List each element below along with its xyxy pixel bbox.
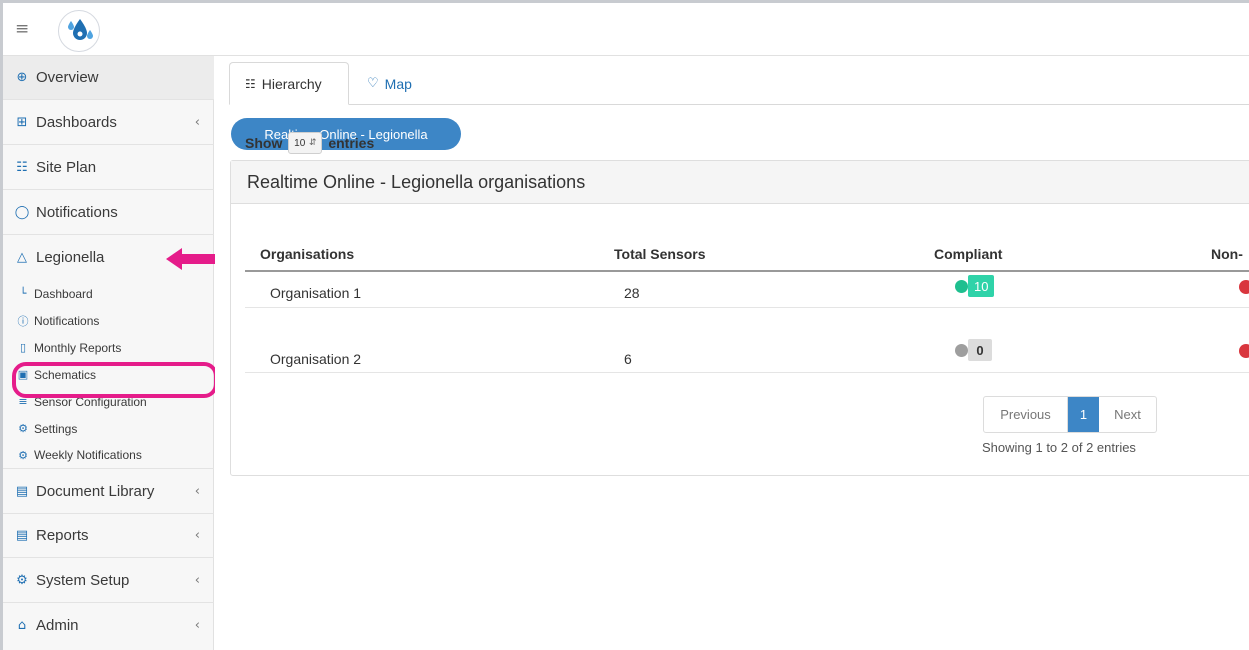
table-cell-organisation[interactable]: Organisation 1 — [270, 285, 361, 301]
sidebar-subitem-label: Notifications — [34, 313, 100, 328]
select-arrows-icon: ⇵ — [308, 138, 317, 148]
column-header-non-compliant[interactable]: Non- — [1211, 246, 1243, 262]
compliant-count: 10 — [968, 275, 995, 297]
globe-icon: ⊕ — [16, 70, 28, 85]
chevron-left-icon[interactable]: ‹ — [195, 115, 200, 130]
cogs-icon: ⚙ — [18, 448, 28, 462]
entries-info: Showing 1 to 2 of 2 entries — [982, 440, 1136, 455]
sidebar-item-label: Admin — [36, 617, 79, 634]
page-length-select[interactable]: 10 ⇵ — [288, 132, 323, 154]
compliant-count: 0 — [968, 339, 992, 361]
water-drops-logo[interactable] — [58, 10, 100, 52]
file-icon: ▯ — [19, 341, 27, 354]
next-page-button[interactable]: Next — [1099, 397, 1156, 432]
table-header-divider — [245, 270, 1249, 272]
panel-title: Realtime Online - Legionella organisatio… — [231, 161, 1249, 204]
page-length-control: Show 10 ⇵ entries — [245, 132, 374, 154]
sidebar-subitem-monthly-reports[interactable]: ▯ Monthly Reports — [3, 334, 214, 361]
row-divider — [245, 307, 1249, 308]
previous-page-button[interactable]: Previous — [984, 397, 1068, 432]
grid-icon: ⊞ — [16, 114, 28, 130]
document-icon: ▤ — [15, 483, 29, 499]
non-compliant-dot[interactable] — [1239, 280, 1249, 294]
table-cell-organisation[interactable]: Organisation 2 — [270, 351, 361, 367]
row-divider — [245, 372, 1249, 373]
tab-label: Map — [384, 75, 412, 92]
sidebar-item-label: Reports — [36, 527, 89, 544]
hierarchy-icon: ☷ — [16, 159, 28, 175]
page-1-button[interactable]: 1 — [1068, 397, 1099, 432]
sidebar-subitem-notifications[interactable]: ⓘ Notifications — [3, 307, 214, 334]
compliant-badge[interactable]: 0 — [955, 339, 992, 361]
line-chart-icon: └ — [19, 287, 27, 300]
sidebar-item-label: Notifications — [36, 203, 118, 221]
hierarchy-icon: ☷ — [245, 76, 256, 91]
tab-bar: ☷ Hierarchy ♡ Map — [229, 61, 1249, 105]
speech-bubble-icon: ◯ — [14, 204, 30, 220]
sidebar-item-label: Legionella — [36, 249, 105, 266]
non-compliant-dot[interactable] — [1239, 344, 1249, 358]
sidebar-subitem-label: Monthly Reports — [34, 340, 122, 355]
table-cell-total-sensors: 6 — [624, 351, 632, 367]
pagination: Previous 1 Next — [983, 396, 1157, 433]
sidebar-subitem-label: Settings — [34, 421, 78, 436]
entries-label: entries — [328, 135, 375, 151]
sidebar-subitem-label: Dashboard — [34, 286, 93, 301]
sidebar-item-label: System Setup — [36, 571, 130, 589]
main-content: ☷ Hierarchy ♡ Map Realtime Online - Legi… — [215, 56, 1249, 650]
sidebar-subitem-label: Weekly Notifications — [34, 448, 142, 462]
sidebar-item-label: Site Plan — [36, 158, 97, 176]
sidebar-item-system-setup[interactable]: ⚙ System Setup ‹ — [3, 558, 214, 603]
document-icon: ▤ — [15, 528, 29, 543]
sidebar-item-site-plan[interactable]: ☷ Site Plan — [3, 145, 214, 190]
status-dot-grey — [955, 343, 968, 357]
sidebar-item-notifications[interactable]: ◯ Notifications — [3, 190, 214, 235]
sidebar-item-reports[interactable]: ▤ Reports ‹ — [3, 514, 214, 558]
sidebar-item-admin[interactable]: ⌂ Admin ‹ — [3, 603, 214, 648]
status-dot-green — [955, 279, 968, 293]
sidebar-item-overview[interactable]: ⊕ Overview — [3, 56, 214, 100]
tab-label: Hierarchy — [261, 75, 322, 92]
chevron-left-icon[interactable]: ‹ — [195, 528, 200, 543]
sidebar-item-label: Overview — [36, 69, 99, 86]
sidebar-item-document-library[interactable]: ▤ Document Library ‹ — [3, 469, 214, 514]
cogs-icon: ⚙ — [16, 572, 28, 588]
chevron-left-icon[interactable]: ‹ — [195, 484, 200, 499]
column-header-compliant[interactable]: Compliant — [934, 246, 1002, 262]
table-cell-total-sensors: 28 — [624, 285, 640, 301]
top-bar: ≡ — [3, 3, 1249, 56]
tab-map[interactable]: ♡ Map — [362, 62, 412, 105]
tab-hierarchy[interactable]: ☷ Hierarchy — [229, 62, 349, 105]
chevron-left-icon[interactable]: ‹ — [195, 618, 200, 633]
column-header-total-sensors[interactable]: Total Sensors — [614, 246, 706, 262]
page-length-value: 10 — [294, 137, 306, 149]
lock-icon: ⌂ — [17, 618, 27, 633]
map-pin-icon: ♡ — [367, 76, 379, 91]
hamburger-icon[interactable]: ≡ — [15, 19, 29, 39]
info-circle-icon: ⓘ — [17, 314, 29, 328]
annotation-arrow-icon — [166, 248, 216, 270]
sidebar-subitem-weekly-notifications[interactable]: ⚙ Weekly Notifications — [3, 442, 214, 469]
sidebar: ⊕ Overview ⊞ Dashboards ‹ ☷ Site Plan ◯ … — [3, 56, 214, 650]
show-label: Show — [245, 135, 283, 151]
chevron-left-icon[interactable]: ‹ — [195, 573, 200, 588]
droplet-icon: △ — [17, 250, 27, 265]
sidebar-item-label: Dashboards — [36, 113, 117, 131]
sidebar-subitem-settings[interactable]: ⚙ Settings — [3, 415, 214, 442]
sidebar-item-label: Document Library — [36, 482, 155, 500]
annotation-highlight-oval — [12, 362, 218, 398]
gear-icon: ⚙ — [18, 422, 28, 435]
compliant-badge[interactable]: 10 — [955, 275, 995, 297]
sidebar-subitem-dashboard[interactable]: └ Dashboard — [3, 280, 214, 307]
column-header-organisations[interactable]: Organisations — [260, 246, 354, 262]
sidebar-item-dashboards[interactable]: ⊞ Dashboards ‹ — [3, 100, 214, 145]
